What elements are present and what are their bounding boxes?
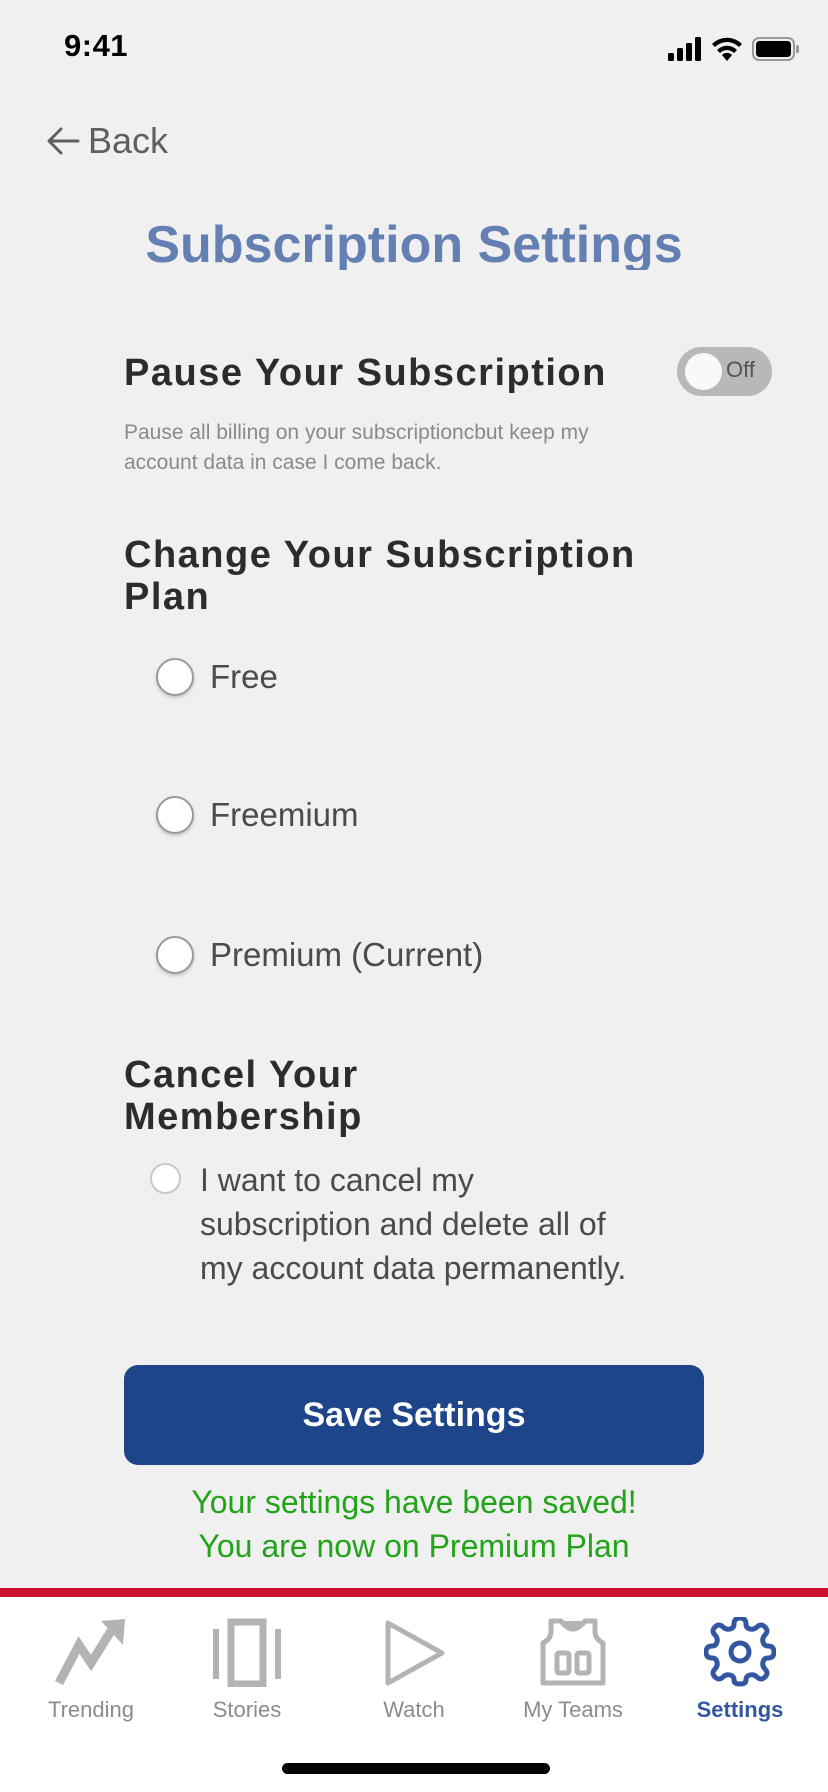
gear-icon [704, 1617, 776, 1687]
tab-trending[interactable]: Trending [21, 1617, 161, 1723]
back-label: Back [88, 120, 169, 161]
tab-settings[interactable]: Settings [670, 1617, 810, 1723]
tab-label: Settings [696, 1697, 784, 1722]
tab-label: My Teams [523, 1697, 623, 1722]
cellular-signal-icon [668, 37, 701, 61]
status-time: 9:41 [64, 28, 129, 63]
plan-option-freemium[interactable]: Freemium [156, 796, 359, 834]
tab-my-teams[interactable]: My Teams [503, 1617, 643, 1723]
pause-section-title: Pause Your Subscription [124, 352, 607, 394]
cancel-checkbox[interactable] [150, 1163, 181, 1194]
plan-section-title: Change Your Subscription Plan [124, 534, 636, 618]
back-button[interactable]: Back [46, 120, 168, 162]
tabbar-divider [0, 1588, 828, 1597]
tab-label: Stories [212, 1697, 282, 1722]
save-settings-button[interactable]: Save Settings [124, 1365, 704, 1465]
toggle-state-label: Off [726, 357, 755, 382]
cancel-section-title: Cancel Your Membership [124, 1054, 363, 1138]
pause-toggle[interactable]: Off [677, 347, 772, 396]
wifi-icon [712, 37, 742, 61]
plan-option-label: Freemium [210, 796, 359, 833]
saved-confirmation: Your settings have been saved! You are n… [0, 1480, 828, 1568]
arrow-left-icon [47, 127, 80, 155]
tab-stories[interactable]: Stories [177, 1617, 317, 1723]
play-icon [385, 1620, 445, 1686]
radio-button[interactable] [156, 658, 194, 696]
radio-button[interactable] [156, 796, 194, 834]
jersey-icon [540, 1618, 606, 1686]
radio-button[interactable] [156, 936, 194, 974]
tab-label: Watch [383, 1697, 445, 1722]
cancel-checkbox-label: I want to cancel my subscription and del… [200, 1162, 627, 1286]
home-indicator [282, 1763, 550, 1774]
plan-option-premium[interactable]: Premium (Current) [156, 936, 483, 974]
stories-icon [213, 1618, 281, 1687]
trending-icon [55, 1619, 125, 1686]
plan-option-label: Free [210, 658, 278, 695]
battery-icon [752, 37, 799, 61]
tab-label: Trending [47, 1697, 134, 1722]
status-icons [668, 36, 800, 62]
page-title: Subscription Settings [145, 216, 683, 270]
saved-message-line1: Your settings have been saved! [191, 1484, 637, 1520]
tab-watch[interactable]: Watch [344, 1617, 484, 1723]
saved-message-line2: You are now on Premium Plan [198, 1528, 630, 1564]
pause-description: Pause all billing on your subscriptioncb… [124, 421, 589, 474]
plan-option-free[interactable]: Free [156, 658, 278, 696]
toggle-knob [685, 353, 722, 390]
plan-option-label: Premium (Current) [210, 936, 484, 973]
